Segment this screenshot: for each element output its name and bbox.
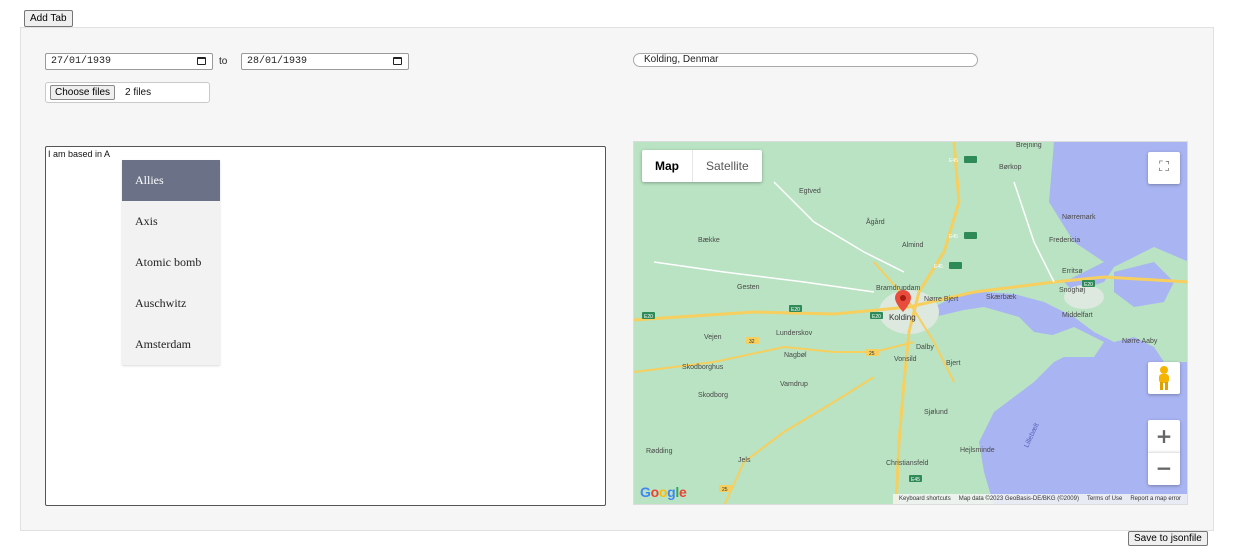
map-place-label: Ågård bbox=[866, 219, 885, 226]
map-place-label: Dalby bbox=[916, 344, 934, 351]
zoom-in-icon[interactable]: + bbox=[1148, 420, 1180, 452]
zoom-out-icon[interactable]: − bbox=[1148, 452, 1180, 485]
suggestion-item-allies[interactable]: Allies bbox=[122, 160, 220, 201]
report-map-error-link[interactable]: Report a map error bbox=[1126, 494, 1185, 504]
fullscreen-icon[interactable]: ⛶ bbox=[1148, 152, 1180, 184]
map-place-label-kolding: Kolding bbox=[889, 313, 916, 322]
calendar-icon[interactable] bbox=[393, 57, 402, 65]
location-search-input[interactable]: Kolding, Denmar bbox=[633, 53, 978, 67]
map-place-label: Middelfart bbox=[1062, 312, 1093, 319]
map-place-label: Egtved bbox=[799, 188, 821, 195]
date-to-input[interactable]: 28/01/1939 bbox=[241, 53, 409, 70]
map-place-label: Nørre Aaby bbox=[1122, 338, 1158, 345]
map-place-label: Christiansfeld bbox=[886, 460, 929, 467]
road-label: E45 bbox=[911, 477, 920, 483]
map-place-label: Skærbæk bbox=[986, 294, 1017, 301]
map-place-label: Snoghøj bbox=[1059, 287, 1086, 294]
suggestion-item-auschwitz[interactable]: Auschwitz bbox=[122, 283, 220, 324]
date-from-value: 27/01/1939 bbox=[51, 56, 112, 67]
google-logo: Google bbox=[640, 484, 687, 500]
suggestion-item-amsterdam[interactable]: Amsterdam bbox=[122, 324, 220, 365]
map-base-layer bbox=[634, 142, 1187, 504]
suggestion-item-axis[interactable]: Axis bbox=[122, 201, 220, 242]
map-place-label: Nagbøl bbox=[784, 352, 807, 359]
files-count-label: 2 files bbox=[125, 87, 152, 98]
road-label: E45 bbox=[949, 234, 958, 240]
map-place-label: Lunderskov bbox=[776, 330, 813, 337]
road-label: E20 bbox=[1084, 282, 1093, 288]
map-place-label: Børkop bbox=[999, 164, 1022, 171]
map-attribution-bar: Keyboard shortcuts Map data ©2023 GeoBas… bbox=[893, 494, 1187, 504]
road-label: E45 bbox=[934, 264, 943, 270]
map-place-label: Hejlsminde bbox=[960, 447, 995, 454]
suggestion-item-atomic-bomb[interactable]: Atomic bomb bbox=[122, 242, 220, 283]
road-label: 32 bbox=[749, 339, 755, 345]
location-pin-icon[interactable] bbox=[895, 290, 911, 312]
map-type-control: Map Satellite bbox=[642, 150, 762, 182]
road-label: E20 bbox=[644, 314, 653, 320]
map-place-label: Vonsild bbox=[894, 356, 917, 363]
calendar-icon[interactable] bbox=[197, 57, 206, 65]
map-place-label: Vejen bbox=[704, 334, 722, 341]
map-place-label: Brejning bbox=[1016, 142, 1042, 149]
add-tab-button[interactable]: Add Tab bbox=[24, 10, 73, 27]
map-place-label: Erritsø bbox=[1062, 268, 1083, 275]
date-range-to-label: to bbox=[219, 56, 228, 67]
road-label: 25 bbox=[869, 351, 875, 357]
road-label: E20 bbox=[872, 314, 881, 320]
file-input[interactable]: Choose files 2 files bbox=[45, 82, 210, 103]
map-place-label: Bække bbox=[698, 237, 720, 244]
map-place-label: Bjert bbox=[946, 360, 961, 367]
map-place-label: Gesten bbox=[737, 284, 760, 291]
map-place-label: Fredericia bbox=[1049, 237, 1081, 244]
map-place-label: Skodborg bbox=[698, 392, 728, 399]
map-place-label: Nørre Bjert bbox=[924, 296, 959, 303]
map-data-credit: Map data ©2023 GeoBasis-DE/BKG (©2009) bbox=[958, 496, 1079, 502]
date-from-input[interactable]: 27/01/1939 bbox=[45, 53, 213, 70]
road-label: E45 bbox=[949, 158, 958, 164]
map-place-label: Almind bbox=[902, 242, 924, 249]
terms-of-use-link[interactable]: Terms of Use bbox=[1083, 494, 1126, 504]
map-place-label: Vamdrup bbox=[780, 381, 808, 388]
road-label: E20 bbox=[791, 307, 800, 313]
autocomplete-dropdown: Allies Axis Atomic bomb Auschwitz Amster… bbox=[122, 160, 220, 365]
map-place-label: Jels bbox=[738, 457, 751, 464]
map-type-map-button[interactable]: Map bbox=[642, 150, 692, 182]
text-entry-value: I am based in A bbox=[48, 149, 111, 159]
date-to-value: 28/01/1939 bbox=[247, 56, 308, 67]
map-type-satellite-button[interactable]: Satellite bbox=[692, 150, 762, 182]
keyboard-shortcuts-link[interactable]: Keyboard shortcuts bbox=[895, 494, 955, 504]
map-place-label: Sjølund bbox=[924, 409, 948, 416]
map-place-label: Skodborghus bbox=[682, 364, 724, 371]
map-view[interactable]: E45 E45 E45 E20 E20 E20 E20 32 25 25 E45… bbox=[633, 141, 1188, 505]
map-place-label: Nørremark bbox=[1062, 214, 1096, 221]
choose-files-button[interactable]: Choose files bbox=[50, 85, 116, 100]
map-place-label: Rødding bbox=[646, 448, 673, 455]
street-view-pegman-icon[interactable] bbox=[1148, 362, 1180, 394]
road-label: 25 bbox=[722, 487, 728, 493]
